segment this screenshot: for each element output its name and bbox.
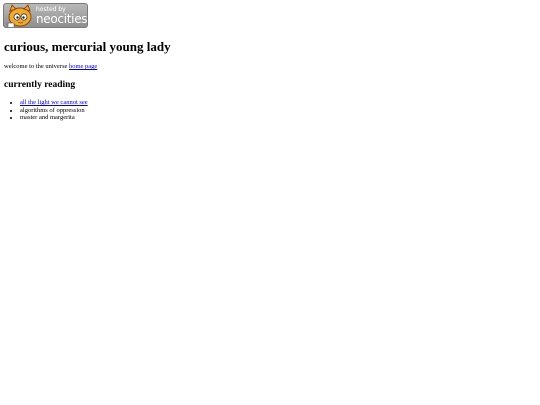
badge-brand-text: neocities	[36, 12, 88, 26]
book-link-all-the-light[interactable]: all the light we cannot see	[20, 99, 88, 106]
home-page-link[interactable]: home page	[69, 63, 97, 70]
list-item: all the light we cannot see	[20, 99, 88, 107]
book-title: algorithms of oppression	[20, 106, 85, 114]
neocities-cat-icon	[7, 4, 32, 27]
neocities-badge-link[interactable]: hosted by neocities	[3, 3, 88, 28]
book-title: master and margerita	[20, 114, 75, 122]
reading-list: all the light we cannot see algorithms o…	[20, 99, 88, 122]
welcome-line: welcome to the universe home page	[4, 62, 97, 71]
list-item: algorithms of oppression	[20, 107, 88, 115]
welcome-text: welcome to the universe	[4, 63, 69, 70]
reading-heading: currently reading	[4, 80, 76, 90]
list-item: master and margerita	[20, 114, 88, 122]
page-title: curious, mercurial young lady	[4, 39, 171, 54]
page: hosted by neocities curious, mercurial y…	[0, 0, 540, 405]
